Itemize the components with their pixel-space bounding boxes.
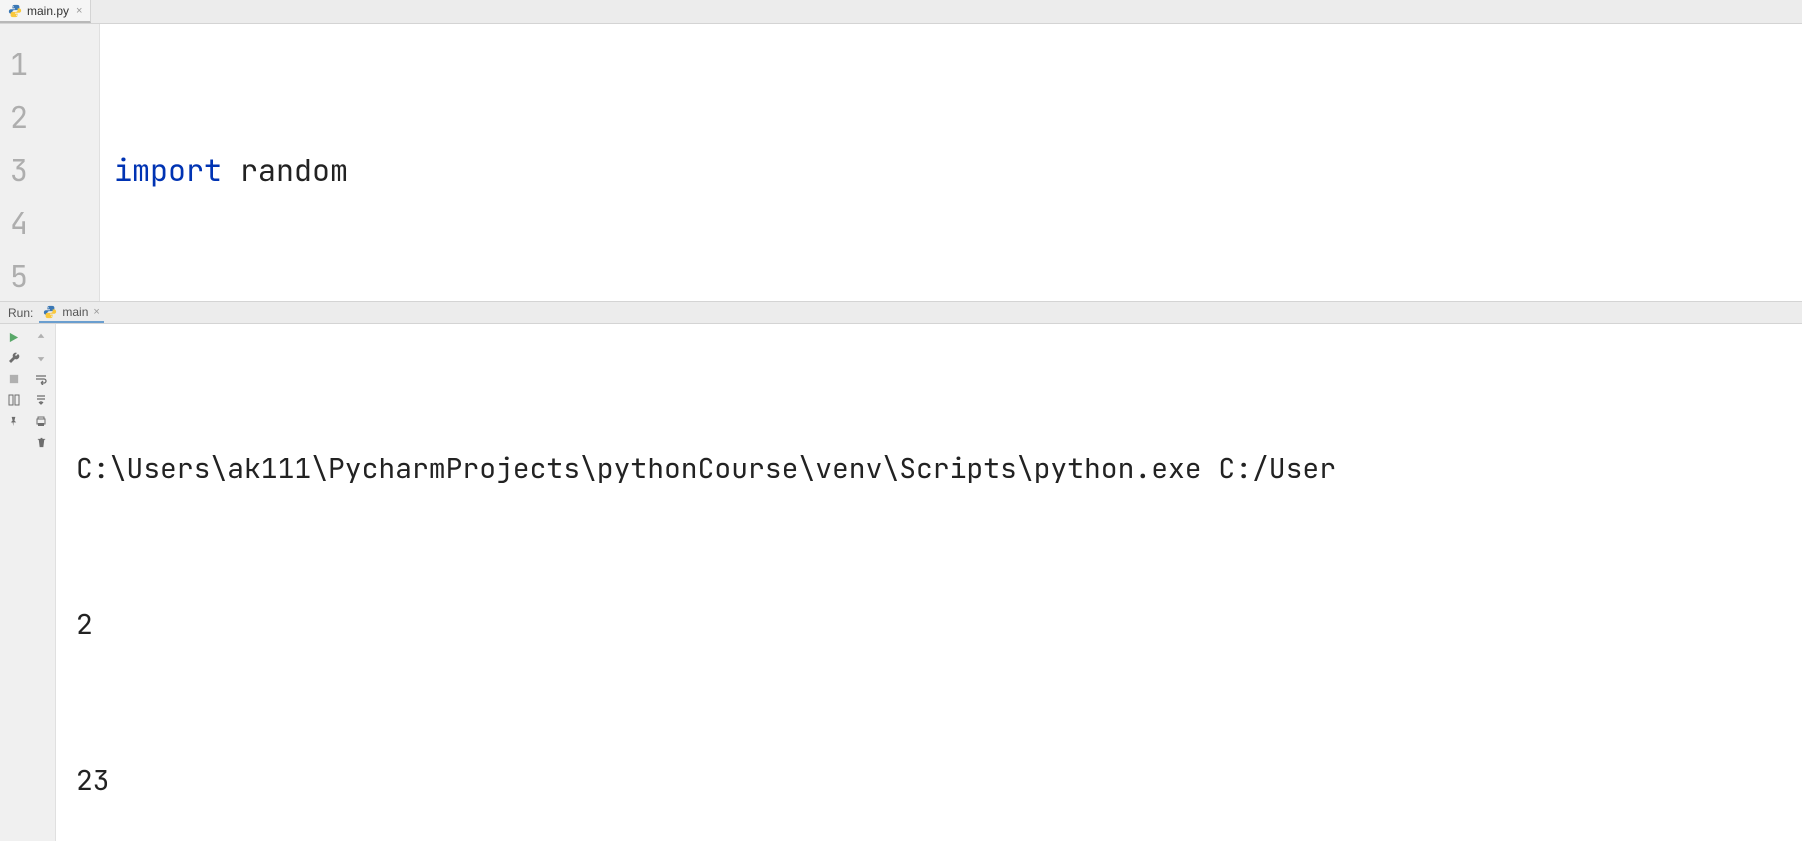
print-icon[interactable] (31, 412, 51, 430)
editor-tabs-bar: main.py × (0, 0, 1802, 24)
module-name: random (240, 150, 348, 190)
console-output[interactable]: C:\Users\ak111\PycharmProjects\pythonCou… (56, 324, 1802, 841)
python-file-icon (8, 4, 22, 18)
editor-tab-filename: main.py (27, 4, 69, 18)
layout-icon[interactable] (4, 391, 24, 409)
rerun-icon[interactable] (4, 328, 24, 346)
run-tab-main[interactable]: main × (39, 302, 103, 323)
down-arrow-icon[interactable] (31, 349, 51, 367)
line-gutter: 1 2 3 4 5 (0, 24, 100, 301)
keyword-import: import (114, 150, 222, 190)
console-output-line: 23 (76, 755, 1792, 807)
stop-icon[interactable] (4, 370, 24, 388)
trash-icon[interactable] (31, 433, 51, 451)
code-content[interactable]: import random print(random.randint(1, 10… (100, 24, 1802, 301)
close-icon[interactable]: × (76, 5, 82, 17)
console-output-line: 2 (76, 599, 1792, 651)
scroll-to-end-icon[interactable] (31, 391, 51, 409)
close-icon[interactable]: × (93, 306, 99, 318)
run-header: Run: main × (0, 302, 1802, 324)
line-number: 5 (0, 250, 99, 303)
code-editor[interactable]: 1 2 3 4 5 import random print(random.ran… (0, 24, 1802, 302)
editor-tab-main-py[interactable]: main.py × (0, 0, 91, 23)
run-tool-window: Run: main × (0, 302, 1802, 841)
run-tab-name: main (62, 305, 88, 319)
ide-window: main.py × 1 2 3 4 5 import random print(… (0, 0, 1802, 841)
up-arrow-icon[interactable] (31, 328, 51, 346)
line-number: 3 (0, 144, 99, 197)
line-number: 1 (0, 38, 99, 91)
soft-wrap-icon[interactable] (31, 370, 51, 388)
pin-icon[interactable] (4, 412, 24, 430)
run-body: C:\Users\ak111\PycharmProjects\pythonCou… (0, 324, 1802, 841)
line-number: 4 (0, 197, 99, 250)
run-toolbar (0, 324, 56, 841)
python-icon (43, 305, 57, 319)
wrench-icon[interactable] (4, 349, 24, 367)
line-number: 2 (0, 91, 99, 144)
run-header-label: Run: (8, 306, 33, 320)
console-command-line: C:\Users\ak111\PycharmProjects\pythonCou… (76, 443, 1792, 495)
